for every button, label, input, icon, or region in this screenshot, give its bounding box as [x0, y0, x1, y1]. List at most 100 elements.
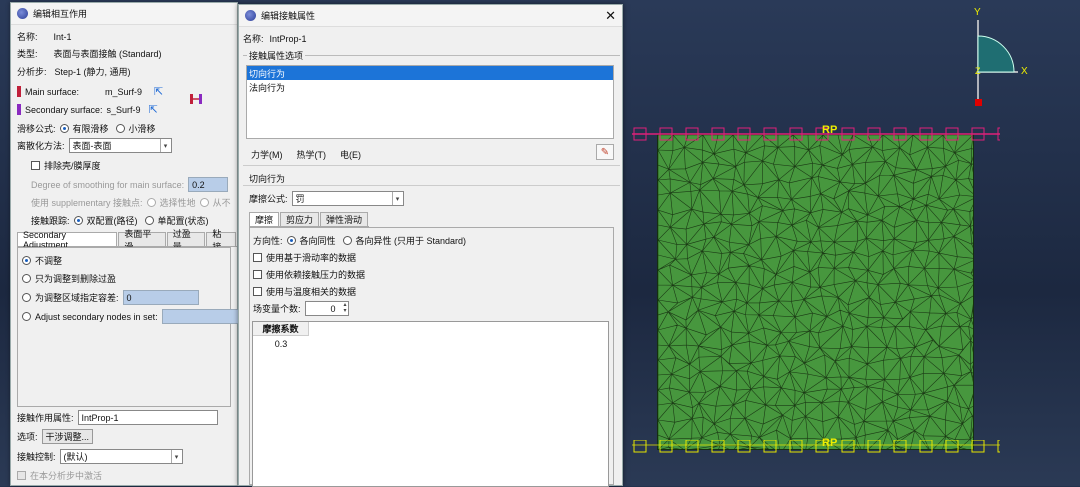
- friction-select[interactable]: 罚 ▾: [291, 191, 404, 206]
- tab-elastic-slip[interactable]: 弹性滑动: [320, 212, 369, 226]
- supplementary-label: 使用 supplementary 接触点:: [31, 198, 143, 208]
- supplementary-never-radio[interactable]: [199, 198, 209, 207]
- left-dialog-title: 编辑相互作用: [33, 9, 88, 19]
- cursor-select-icon[interactable]: ⇱: [154, 85, 163, 98]
- top-constraint-markers: [632, 127, 1000, 141]
- menu-electrical[interactable]: 电(E): [340, 148, 361, 161]
- property-label: 接触作用属性:: [17, 413, 74, 423]
- friction-label: 摩擦公式:: [249, 194, 288, 204]
- tab-interference[interactable]: 过盈量: [166, 229, 206, 252]
- direction-iso-radio[interactable]: [286, 236, 296, 245]
- adjustment-panel: 不调整 只为调整到删除过盈 为调整区域指定容差: 0 Adjust second…: [17, 247, 242, 407]
- slip-rate-label: 使用基于滑动率的数据: [266, 253, 357, 263]
- close-icon[interactable]: ✕: [605, 8, 616, 24]
- tracking-path-label: 双配置(路径): [86, 216, 138, 226]
- discretization-label: 离散化方法:: [17, 141, 65, 151]
- tab-surface-smoothing[interactable]: 表面平滑: [118, 229, 166, 252]
- sliding-finite-label: 有限滑移: [72, 124, 109, 134]
- adjust-tolerance-radio[interactable]: [22, 293, 31, 302]
- tab-shear-stress[interactable]: 剪应力: [280, 212, 320, 226]
- adjust-none-label: 不调整: [35, 256, 63, 266]
- property-input[interactable]: IntProp-1: [77, 410, 218, 425]
- left-dialog-titlebar: 编辑相互作用: [11, 3, 237, 25]
- direction-aniso-radio[interactable]: [342, 236, 352, 245]
- tab-secondary-adjustment[interactable]: Secondary Adjustment: [17, 230, 118, 250]
- direction-label: 方向性:: [253, 236, 283, 246]
- secondary-surface-icon: [17, 104, 21, 115]
- direction-iso-label: 各向同性: [299, 236, 336, 246]
- abaqus-logo-icon: [245, 10, 256, 21]
- slip-rate-checkbox[interactable]: [253, 253, 262, 262]
- tab-bonding[interactable]: 粘接: [206, 229, 236, 252]
- sliding-small-label: 小滑移: [128, 124, 156, 134]
- field-vars-spinner[interactable]: 0 ▴ ▾: [304, 301, 349, 316]
- tracking-path-radio[interactable]: [73, 216, 83, 225]
- mesh-part[interactable]: [657, 134, 974, 450]
- tracking-state-label: 单配置(状态): [157, 216, 209, 226]
- tab-friction[interactable]: 摩擦: [249, 212, 280, 226]
- constraint-marker: [867, 440, 881, 453]
- cursor-select-icon[interactable]: ⇱: [149, 103, 158, 116]
- pressure-label: 使用依赖接触压力的数据: [266, 270, 366, 280]
- control-value: (默认): [63, 452, 88, 462]
- table-cell[interactable]: 0.3: [253, 337, 309, 351]
- smoothing-input[interactable]: 0.2: [188, 177, 229, 192]
- separator: [243, 165, 620, 166]
- name-label: 名称:: [17, 32, 38, 42]
- constraint-marker: [997, 440, 1000, 453]
- friction-tabs: 摩擦 剪应力 弹性滑动: [249, 212, 370, 227]
- options-label: 选项:: [17, 432, 38, 442]
- adjust-nodes-set-input[interactable]: [161, 309, 242, 324]
- name-value: Int-1: [53, 31, 72, 42]
- tracking-state-radio[interactable]: [144, 216, 154, 225]
- rp-bottom-label: RP: [822, 437, 838, 449]
- sliding-finite-radio[interactable]: [59, 124, 69, 133]
- activate-label: 在本分析步中激活: [30, 471, 103, 481]
- adjust-nodes-radio[interactable]: [22, 312, 31, 321]
- exclude-shell-checkbox[interactable]: [31, 161, 40, 170]
- constraint-marker: [737, 440, 751, 453]
- spinner-arrows-icon[interactable]: ▴ ▾: [344, 302, 347, 314]
- right-dialog-titlebar: 编辑接触属性: [239, 5, 622, 27]
- list-item[interactable]: 切向行为: [247, 66, 613, 80]
- pressure-checkbox[interactable]: [253, 270, 262, 279]
- smoothing-label: Degree of smoothing for main surface:: [31, 179, 185, 190]
- exclude-shell-label: 排除壳/膜厚度: [44, 161, 101, 171]
- delete-property-icon[interactable]: ✎: [596, 144, 614, 160]
- control-select[interactable]: (默认) ▾: [59, 449, 183, 464]
- section-title: 切向行为: [249, 174, 286, 184]
- friction-table[interactable]: 摩擦系数 0.3: [252, 321, 609, 487]
- chevron-down-icon: ▾: [170, 450, 182, 463]
- list-item[interactable]: 法向行为: [247, 80, 613, 94]
- interference-adjust-button[interactable]: 干涉调整...: [41, 429, 94, 444]
- adjust-tolerance-input[interactable]: 0: [122, 290, 199, 305]
- constraint-marker: [841, 440, 855, 453]
- step-value: Step-1 (静力, 通用): [54, 67, 131, 77]
- temperature-label: 使用与温度相关的数据: [266, 287, 357, 297]
- constraint-marker: [893, 440, 907, 453]
- adjust-none-radio[interactable]: [22, 256, 31, 265]
- control-label: 接触控制:: [17, 452, 56, 462]
- options-list[interactable]: 切向行为 法向行为: [246, 65, 614, 139]
- menu-thermal[interactable]: 热学(T): [297, 148, 327, 161]
- activate-checkbox[interactable]: [17, 471, 26, 480]
- triad-z-label: Z: [975, 66, 981, 76]
- swap-surfaces-icon[interactable]: [189, 93, 203, 105]
- left-dialog-tabs: Secondary Adjustment 表面平滑 过盈量 粘接: [17, 229, 237, 252]
- adjust-remove-radio[interactable]: [22, 274, 31, 283]
- options-group-label: 接触属性选项: [247, 49, 306, 62]
- options-group: 接触属性选项: [243, 49, 620, 62]
- menu-mechanical[interactable]: 力学(M): [251, 148, 283, 161]
- supplementary-selective-radio[interactable]: [146, 198, 156, 207]
- direction-aniso-label: 各向异性 (只用于 Standard): [355, 236, 467, 246]
- sliding-small-radio[interactable]: [115, 124, 125, 133]
- tracking-label: 接触跟踪:: [31, 216, 70, 226]
- discretization-value: 表面-表面: [72, 141, 112, 151]
- discretization-select[interactable]: 表面-表面 ▾: [68, 138, 172, 153]
- constraint-marker: [711, 440, 725, 453]
- supplementary-selective-label: 选择性地: [159, 198, 196, 208]
- adjust-tolerance-label: 为调整区域指定容差:: [35, 293, 119, 303]
- temperature-checkbox[interactable]: [253, 287, 262, 296]
- field-vars-value: 0: [330, 303, 336, 314]
- constraint-marker: [685, 440, 699, 453]
